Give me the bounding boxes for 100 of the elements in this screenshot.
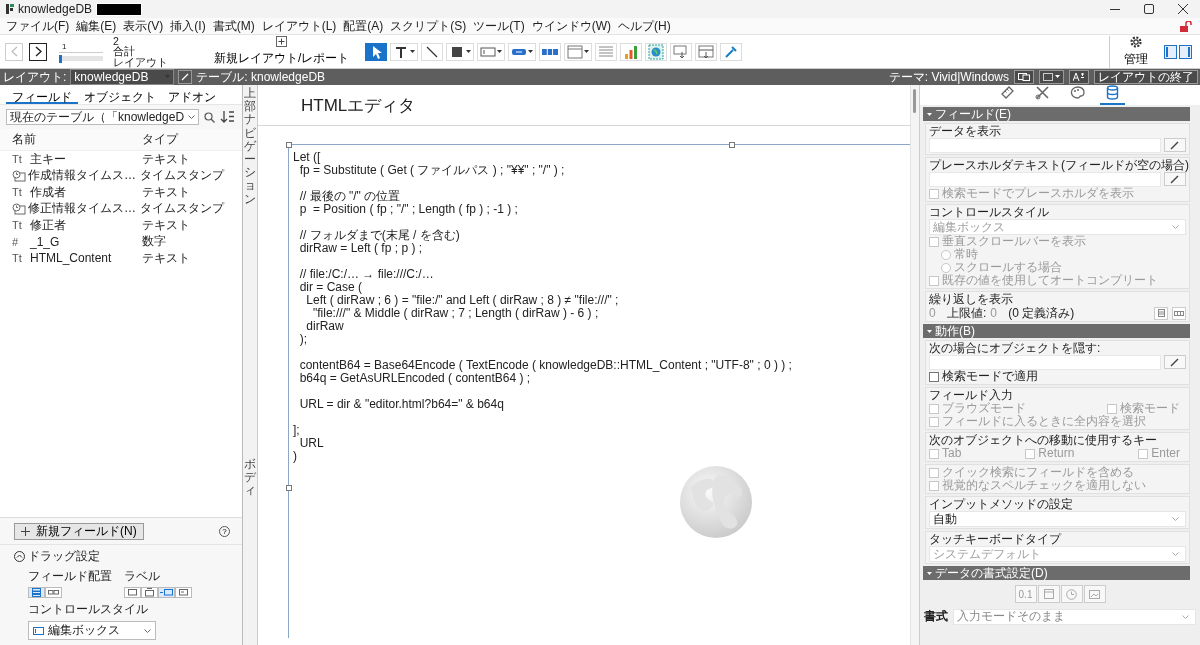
record-count: 2 [113,35,119,47]
repeat-vertical-button[interactable] [1154,306,1168,320]
edit-formula-button[interactable] [1164,138,1186,152]
label-position-toggle[interactable] [158,587,175,598]
code-line: Let ([ [293,151,322,164]
pencil-icon [181,73,190,81]
code-line: URL [299,437,325,450]
repeat-horizontal-button[interactable] [1172,306,1186,320]
field-type-icon: Tt [12,153,28,166]
chevron-icon [188,115,196,119]
padlock-icon [1180,20,1192,32]
group-label: タッチキーボードタイプ [929,533,1063,546]
field-name[interactable]: 主キー [30,150,142,168]
menu-item[interactable]: 編集(E) [74,17,122,35]
new-field-button[interactable]: 新規フィールド(N) [14,523,144,540]
formula-field[interactable] [929,138,1161,153]
clock-calendar-icon [12,169,26,182]
columns-icon [1174,310,1184,316]
edit-formula-button[interactable] [1164,172,1186,186]
placement-toggle[interactable] [45,587,62,598]
section-header[interactable]: 動作(B) [923,324,1190,338]
part-tool-icon [698,43,715,60]
popover-icon [567,43,584,60]
menu-item[interactable]: ヘルプ(H) [616,17,676,35]
web-viewer[interactable] [288,144,910,638]
collapse-icon[interactable] [14,551,25,562]
group-label: コントロールスタイル [929,206,1050,219]
menu-item[interactable]: ファイル(F) [4,17,75,35]
menu-item[interactable]: 表示(V) [121,17,169,35]
layout-dropdown[interactable]: knowledgeDB [70,69,175,85]
field-name[interactable]: 作成情報タイムス… [28,167,140,185]
manage-button[interactable]: 管理 [1109,35,1158,68]
column-header[interactable]: 名前 [12,131,142,148]
menu-item[interactable]: 配置(A) [341,17,389,35]
menu-item[interactable]: レイアウト(L) [259,17,342,35]
drag-settings-title[interactable]: ドラッグ設定 [28,548,100,565]
inspector-tab[interactable] [1100,85,1125,105]
field-name[interactable]: 修正者 [30,216,142,234]
edit-formula-button[interactable] [1164,355,1186,369]
label-position-label: ラベル [124,568,161,585]
clock-calendar-icon [12,202,26,215]
group-label: インプットメソッドの設定 [929,498,1074,511]
font-size-button[interactable] [1069,70,1089,84]
chevron-icon [1172,225,1179,229]
record-field[interactable]: 1 [59,42,103,53]
next-button[interactable] [29,42,47,61]
field-name[interactable]: 作成者 [30,183,142,201]
code-line: b64q = GetAsURLEncoded ( contentB64 ) ; [298,372,532,385]
menu-item[interactable]: 書式(M) [210,17,260,35]
menu-item[interactable]: 挿入(I) [168,17,211,35]
record-slider[interactable] [59,56,103,61]
dropdown[interactable]: 自動 [929,511,1186,527]
pencil-icon [1170,357,1180,367]
close-icon [1178,4,1188,14]
table-label: テーブル: knowledgeDB [196,68,326,86]
code-line: dir = Case ( [298,281,364,294]
chevron-right-icon [34,46,42,57]
field-type: 数字 [142,233,166,251]
column-header[interactable]: タイプ [142,131,178,148]
panel-tab[interactable]: オブジェクト [78,88,162,104]
section-header[interactable]: データの書式設定(D) [923,566,1190,580]
scrollbar-thumb[interactable] [913,89,916,113]
portal-icon [598,43,615,60]
code-line: // 最後の "/" の位置 [298,190,402,203]
menu-item[interactable]: ウインドウ(W) [529,17,616,35]
field-name[interactable]: _1_G [30,234,142,249]
resize-handle[interactable] [286,142,292,148]
menu-item[interactable]: スクリプト(S) [388,17,472,35]
table-dropdown[interactable]: 現在のテーブル（「knowledgeD [6,109,200,125]
field-type: テキスト [142,216,190,234]
code-line: URL = dir & "editor.html?b64=" & b64q [298,398,505,411]
collapse-triangle-icon [927,111,932,117]
resize-handle[interactable] [729,142,735,148]
theme-button[interactable] [1014,70,1034,84]
panel-tab[interactable]: アドオン [162,88,222,104]
new-layout-button[interactable]: 新規レイアウト/レポート [214,36,350,67]
resize-handle[interactable] [286,485,292,491]
field-name[interactable]: HTML_Content [30,251,142,266]
menu-item[interactable]: ツール(T) [471,17,530,35]
part-label: 上部ナビゲーション [244,85,256,206]
caret-icon [410,49,416,54]
label-position-toggle[interactable] [141,587,158,598]
defined-note: (0 定義済み) [1008,306,1075,320]
field-type-icon: Tt [12,252,28,265]
layout-header-title: HTMLエディタ [301,94,416,117]
label-position-toggle[interactable] [175,587,192,598]
field-name[interactable]: 修正情報タイムス… [28,200,140,218]
edit-layout-button[interactable] [178,70,193,84]
part-button[interactable] [1039,70,1064,84]
control-style-dropdown[interactable]: 編集ボックス [28,621,156,640]
label-position-toggle[interactable] [124,587,141,598]
section-header[interactable]: フィールド(E) [923,107,1190,121]
format-dropdown[interactable]: 入力モードそのまま [953,608,1196,625]
layout-label: レイアウト: [3,68,67,86]
exit-layout-button[interactable]: レイアウトの終了 [1094,70,1198,84]
checkbox[interactable]: 検索モードで適用 [929,370,1186,383]
rows-icon [1157,309,1165,317]
placement-toggle[interactable] [28,587,45,598]
edit-box-icon [33,626,44,635]
slider-thumb[interactable] [59,55,62,63]
